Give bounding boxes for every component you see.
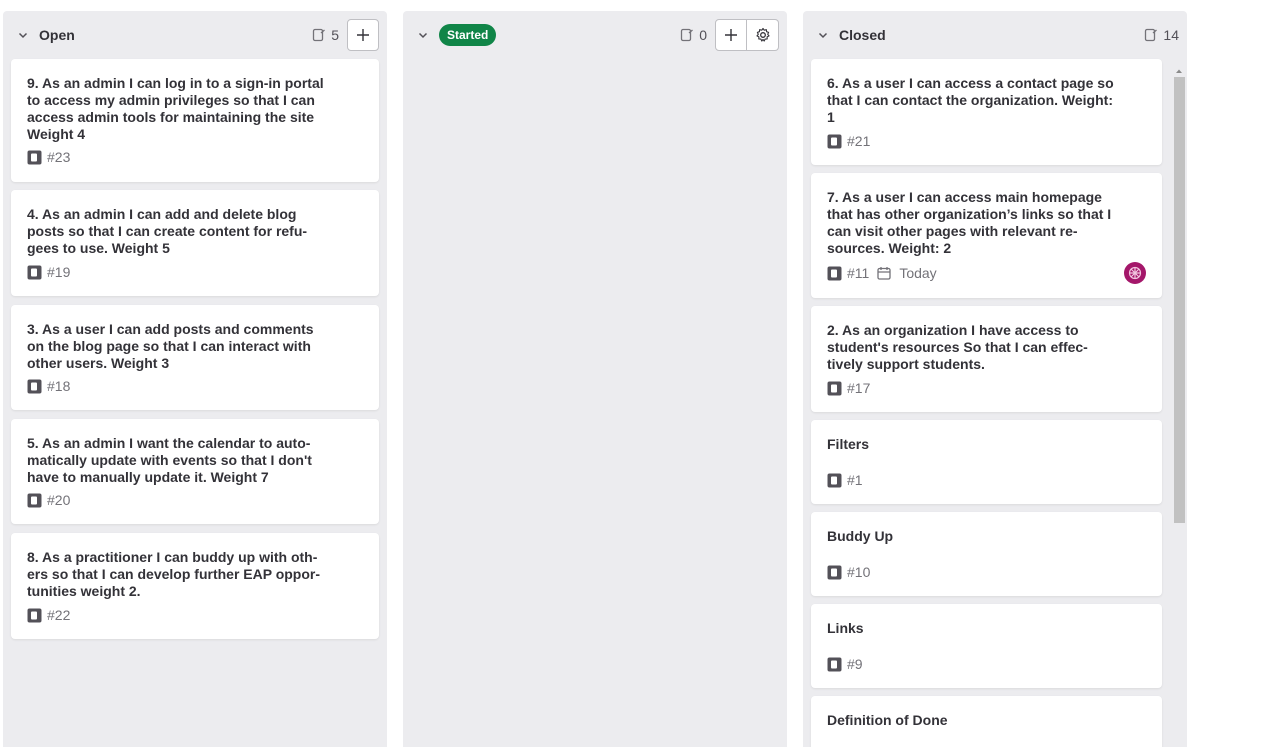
- issue-number: #20: [47, 492, 71, 508]
- issue-type-icon: [27, 150, 42, 165]
- chevron-down-icon[interactable]: [815, 27, 831, 43]
- scroll-thumb[interactable]: [1174, 77, 1185, 523]
- issue-type-icon: [27, 493, 42, 508]
- issue-card[interactable]: 5. As an admin I want the calendar to au…: [11, 419, 379, 524]
- issue-number: #18: [47, 378, 71, 394]
- issue-type-icon: [827, 266, 842, 281]
- card-meta: #22: [27, 607, 70, 623]
- new-issue-button[interactable]: [347, 19, 379, 51]
- list-status-badge: Started: [439, 24, 497, 46]
- issue-card[interactable]: 6. As a user I can access a contact page…: [811, 59, 1162, 165]
- list-title: Open: [39, 27, 75, 43]
- card-meta: #19: [27, 264, 70, 280]
- issue-card[interactable]: 4. As an admin I can add and delete blog…: [11, 190, 379, 296]
- card-meta: #20: [27, 492, 70, 508]
- list-scrollbar[interactable]: [1173, 63, 1185, 747]
- issues-count-icon: [681, 28, 694, 42]
- card-title[interactable]: 9. As an admin I can log in to a sign-in…: [27, 75, 327, 143]
- issue-type-icon: [827, 473, 842, 488]
- issue-type-icon: [27, 379, 42, 394]
- issue-type-icon: [827, 565, 842, 580]
- issue-type-icon: [27, 608, 42, 623]
- chevron-down-icon[interactable]: [15, 27, 31, 43]
- issue-count: 0: [680, 27, 707, 43]
- issue-number: #19: [47, 264, 71, 280]
- card-title[interactable]: 5. As an admin I want the calendar to au…: [27, 435, 327, 486]
- card-title[interactable]: 4. As an admin I can add and delete blog…: [27, 206, 327, 257]
- issue-card[interactable]: 8. As a practitioner I can buddy up with…: [11, 533, 379, 639]
- card-meta: #21: [827, 133, 870, 149]
- issue-number: #11: [847, 265, 870, 281]
- issue-number: #23: [47, 149, 71, 165]
- list-header: Open 5: [3, 11, 387, 59]
- card-title[interactable]: Buddy Up: [827, 528, 1117, 545]
- gear-icon: [755, 27, 770, 42]
- issue-card[interactable]: 7. As a user I can access main homepage …: [811, 173, 1162, 298]
- card-title[interactable]: 3. As a user I can add posts and comment…: [27, 321, 327, 372]
- calendar-icon: [877, 266, 891, 280]
- card-meta: #23: [27, 149, 70, 165]
- card-title[interactable]: 6. As a user I can access a contact page…: [827, 75, 1117, 126]
- plus-icon: [725, 29, 737, 41]
- issue-number: #22: [47, 607, 71, 623]
- issue-card[interactable]: Filters #1: [811, 420, 1162, 504]
- board-list-closed: Closed 14 6. As a user I can access a co…: [803, 11, 1187, 747]
- issue-count: 14: [1144, 27, 1179, 43]
- issue-card[interactable]: Definition of Done: [811, 696, 1162, 747]
- card-meta: #10: [827, 564, 870, 580]
- new-issue-button[interactable]: [715, 19, 747, 51]
- card-title[interactable]: 8. As a practitioner I can buddy up with…: [27, 549, 327, 600]
- list-header: Closed 14: [803, 11, 1187, 59]
- card-title[interactable]: 2. As an organization I have access to s…: [827, 322, 1117, 373]
- issue-number: #21: [847, 133, 871, 149]
- issue-type-icon: [827, 381, 842, 396]
- list-settings-button[interactable]: [747, 19, 779, 51]
- list-title: Closed: [839, 27, 886, 43]
- chevron-down-icon[interactable]: [415, 27, 431, 43]
- card-meta: #1: [827, 472, 863, 488]
- issue-card[interactable]: 2. As an organization I have access to s…: [811, 306, 1162, 412]
- card-title[interactable]: 7. As a user I can access main homepage …: [827, 189, 1117, 257]
- issue-number: #10: [847, 564, 871, 580]
- issues-count-icon: [313, 28, 326, 42]
- issue-type-icon: [827, 657, 842, 672]
- issue-card[interactable]: Links #9: [811, 604, 1162, 688]
- plus-icon: [357, 29, 369, 41]
- card-title[interactable]: Links: [827, 620, 1117, 637]
- card-meta: #18: [27, 378, 70, 394]
- card-meta: #17: [827, 380, 870, 396]
- issue-count: 5: [312, 27, 339, 43]
- issue-card[interactable]: 3. As a user I can add posts and comment…: [11, 305, 379, 410]
- issue-number: #17: [847, 380, 871, 396]
- scroll-up-arrow-icon[interactable]: [1175, 67, 1183, 75]
- issue-card[interactable]: 9. As an admin I can log in to a sign-in…: [11, 59, 379, 182]
- board-list-open: Open 5 9. As an admin I can log in to a …: [3, 11, 387, 747]
- card-title[interactable]: Definition of Done: [827, 712, 1117, 729]
- list-header: Started 0: [403, 11, 787, 59]
- issue-board: Open 5 9. As an admin I can log in to a …: [0, 0, 1284, 747]
- card-meta: #11 Today: [827, 265, 937, 281]
- issue-type-icon: [827, 134, 842, 149]
- issues-count-icon: [1145, 28, 1158, 42]
- issue-number: #1: [847, 472, 863, 488]
- card-meta: #9: [827, 656, 863, 672]
- issue-number: #9: [847, 656, 863, 672]
- board-list-started: Started 0: [403, 11, 787, 747]
- issue-card[interactable]: Buddy Up #10: [811, 512, 1162, 596]
- assignee-avatar[interactable]: [1124, 262, 1146, 284]
- issue-type-icon: [27, 265, 42, 280]
- due-date: Today: [899, 265, 937, 281]
- card-title[interactable]: Filters: [827, 436, 1117, 453]
